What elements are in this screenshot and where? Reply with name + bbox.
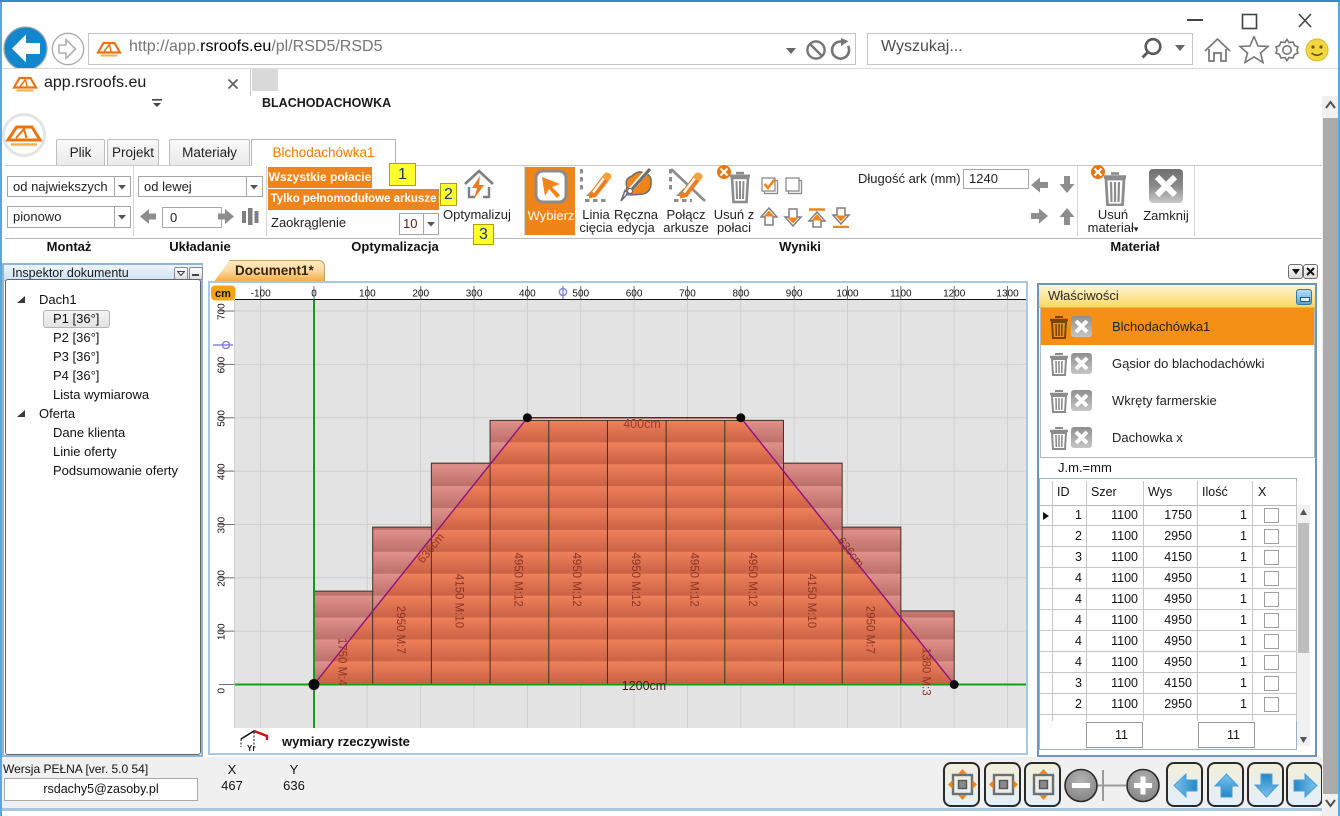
svg-text:1200cm: 1200cm: [622, 679, 666, 693]
svg-text:2950 M:7: 2950 M:7: [394, 606, 406, 654]
svg-text:400cm: 400cm: [623, 417, 661, 431]
svg-text:4950 M:12: 4950 M:12: [687, 552, 699, 606]
svg-text:300: 300: [217, 516, 228, 533]
svg-text:400: 400: [217, 463, 228, 480]
svg-text:4150 M:10: 4150 M:10: [453, 574, 465, 628]
svg-text:2950 M:7: 2950 M:7: [864, 606, 876, 654]
svg-text:Yr: Yr: [247, 744, 255, 753]
svg-text:700: 700: [217, 303, 228, 320]
svg-text:200: 200: [412, 289, 429, 300]
svg-text:500: 500: [572, 289, 589, 300]
svg-text:1750 M:4: 1750 M:4: [335, 638, 347, 687]
svg-text:wymiary rzeczywiste: wymiary rzeczywiste: [281, 734, 410, 749]
svg-text:-100: -100: [251, 289, 271, 300]
svg-text:600: 600: [217, 356, 228, 373]
svg-text:1300: 1300: [996, 289, 1019, 300]
svg-text:100: 100: [359, 289, 376, 300]
svg-text:0: 0: [217, 688, 228, 694]
svg-text:4950 M:12: 4950 M:12: [629, 552, 641, 606]
svg-text:600: 600: [626, 289, 643, 300]
svg-text:4950 M:12: 4950 M:12: [746, 552, 758, 606]
svg-text:700: 700: [679, 289, 696, 300]
svg-text:800: 800: [732, 289, 749, 300]
svg-text:0: 0: [311, 289, 317, 300]
svg-text:100: 100: [217, 623, 228, 640]
svg-text:900: 900: [786, 289, 803, 300]
svg-text:4950 M:12: 4950 M:12: [570, 552, 582, 606]
svg-text:1380 M:3: 1380 M:3: [920, 648, 932, 696]
svg-text:200: 200: [217, 570, 228, 587]
svg-text:4150 M:10: 4150 M:10: [805, 574, 817, 628]
svg-text:400: 400: [519, 289, 536, 300]
svg-text:300: 300: [466, 289, 483, 300]
svg-text:1100: 1100: [890, 289, 912, 300]
svg-text:4950 M:12: 4950 M:12: [511, 552, 523, 606]
svg-text:1200: 1200: [943, 289, 966, 300]
svg-text:cm: cm: [215, 288, 231, 300]
svg-text:1000: 1000: [836, 289, 859, 300]
svg-text:500: 500: [217, 410, 228, 427]
